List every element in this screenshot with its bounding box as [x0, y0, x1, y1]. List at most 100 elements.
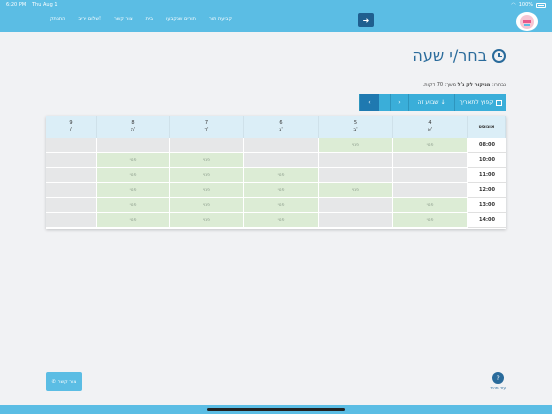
day-number: 7 [204, 120, 209, 126]
chevron-left-icon: ‹ [398, 99, 401, 106]
busy-slot [46, 183, 97, 198]
time-label: 08:00 [468, 138, 506, 153]
day-name: ו' [69, 127, 73, 133]
previous-week-button[interactable]: ‹ [390, 94, 408, 111]
next-week-button[interactable]: › [359, 94, 379, 111]
home-indicator[interactable] [207, 408, 345, 411]
busy-slot [393, 168, 468, 183]
selected-prefix: נבחרו: [491, 82, 506, 88]
availability-calendar: אוגוסט 4 א' 5 ב' 6 ג' 7 ד' 8 ה' 9 ו' 08:00 פנוי פנוי 10… [46, 116, 506, 229]
this-week-label: שבוע זה [417, 99, 439, 106]
wifi-icon: ◠ [511, 2, 516, 8]
busy-slot [319, 153, 393, 168]
free-slot[interactable]: פנוי [244, 198, 319, 213]
time-label: 12:00 [468, 183, 506, 198]
busy-slot [46, 213, 97, 228]
day-number: 4 [428, 120, 432, 126]
selected-service: מניקור לק ג'ל [457, 82, 491, 88]
free-slot[interactable]: פנוי [393, 138, 468, 153]
free-slot[interactable]: פנוי [244, 213, 319, 228]
busy-slot [244, 153, 319, 168]
this-week-button[interactable]: ↓ שבוע זה [408, 94, 454, 111]
free-slot[interactable]: פנוי [393, 213, 468, 228]
day-number: 8 [131, 120, 135, 126]
nav-item-logout[interactable]: התנתק [50, 16, 65, 22]
contact-label: צור קשר [57, 378, 77, 385]
busy-slot [46, 168, 97, 183]
toolbar-spacer [379, 94, 390, 111]
free-slot[interactable]: פנוי [170, 168, 244, 183]
free-slot[interactable]: פנוי [97, 183, 170, 198]
status-bar: 6:20 PM Thu Aug 1 ◠ 100% [0, 0, 552, 10]
time-label: 13:00 [468, 198, 506, 213]
day-name: א' [427, 127, 433, 133]
free-slot[interactable]: פנוי [97, 198, 170, 213]
busy-slot [97, 138, 170, 153]
status-date: Thu Aug 1 [32, 2, 58, 8]
free-slot[interactable]: פנוי [97, 213, 170, 228]
busy-slot [319, 198, 393, 213]
arrow-right-icon: ➜ [362, 15, 370, 25]
time-label: 14:00 [468, 213, 506, 228]
day-name: ב' [353, 127, 358, 133]
free-slot[interactable]: פנוי [170, 153, 244, 168]
nav-item-booked[interactable]: תורים שנקבעו [166, 16, 196, 22]
free-slot[interactable]: פנוי [319, 183, 393, 198]
day-header: 7 ד' [170, 116, 244, 138]
logout-arrow-button[interactable]: ➜ [358, 13, 374, 27]
battery-icon [536, 2, 546, 8]
free-slot[interactable]: פנוי [97, 153, 170, 168]
busy-slot [46, 138, 97, 153]
busy-slot [46, 198, 97, 213]
day-name: ג' [279, 127, 283, 133]
day-number: 9 [69, 120, 73, 126]
nav-item-home[interactable]: בית [146, 16, 153, 22]
day-header: 6 ג' [244, 116, 319, 138]
selected-duration: משך: 70 דקות. [422, 82, 457, 88]
logo[interactable] [516, 12, 538, 31]
status-time: 6:20 PM [6, 2, 27, 8]
calendar-toolbar: קפוץ לתאריך ↓ שבוע זה ‹ › [359, 94, 506, 111]
selected-service-info: נבחרו: מניקור לק ג'ל משך: 70 דקות. [423, 82, 506, 88]
free-slot[interactable]: פנוי [170, 198, 244, 213]
calendar-icon [495, 99, 502, 106]
busy-slot [393, 183, 468, 198]
arrow-down-icon: ↓ [438, 99, 446, 106]
busy-slot [170, 138, 244, 153]
free-slot[interactable]: פנוי [319, 138, 393, 153]
contact-button[interactable]: ✆ צור קשר [46, 372, 82, 391]
page-header: בחר/י שעה [412, 46, 506, 65]
chevron-right-icon: › [368, 99, 371, 106]
logo-graphic-icon [520, 14, 534, 29]
quick-help-button[interactable]: ? עזר מהיר [490, 372, 506, 390]
nav-menu: קביעת תור תורים שנקבעו בית צור קשר שלום … [50, 16, 232, 22]
phone-icon: ✆ [51, 378, 56, 385]
clock-icon [492, 48, 506, 63]
jump-to-date-button[interactable]: קפוץ לתאריך [454, 94, 506, 111]
time-label: 11:00 [468, 168, 506, 183]
free-slot[interactable]: פנוי [97, 168, 170, 183]
nav-item-contact[interactable]: צור קשר [114, 16, 133, 22]
page-title: בחר/י שעה [412, 46, 487, 65]
busy-slot [393, 153, 468, 168]
nav-item-book[interactable]: קביעת תור [209, 16, 232, 22]
help-icon: ? [492, 372, 505, 384]
day-header: 5 ב' [319, 116, 393, 138]
day-number: 6 [279, 120, 283, 126]
time-label: 10:00 [468, 153, 506, 168]
free-slot[interactable]: פנוי [244, 183, 319, 198]
free-slot[interactable]: פנוי [170, 183, 244, 198]
battery-percent: 100% [518, 2, 533, 8]
day-header: 8 ה' [97, 116, 170, 138]
status-right: ◠ 100% [511, 2, 546, 8]
month-header: אוגוסט [468, 116, 506, 138]
nav-item-greeting: שלום יריב! [78, 16, 102, 22]
quick-help-label: עזר מהיר [490, 385, 506, 390]
free-slot[interactable]: פנוי [170, 213, 244, 228]
busy-slot [319, 168, 393, 183]
busy-slot [46, 153, 97, 168]
free-slot[interactable]: פנוי [393, 198, 468, 213]
free-slot[interactable]: פנוי [244, 168, 319, 183]
day-header: 9 ו' [46, 116, 97, 138]
day-header: 4 א' [393, 116, 468, 138]
